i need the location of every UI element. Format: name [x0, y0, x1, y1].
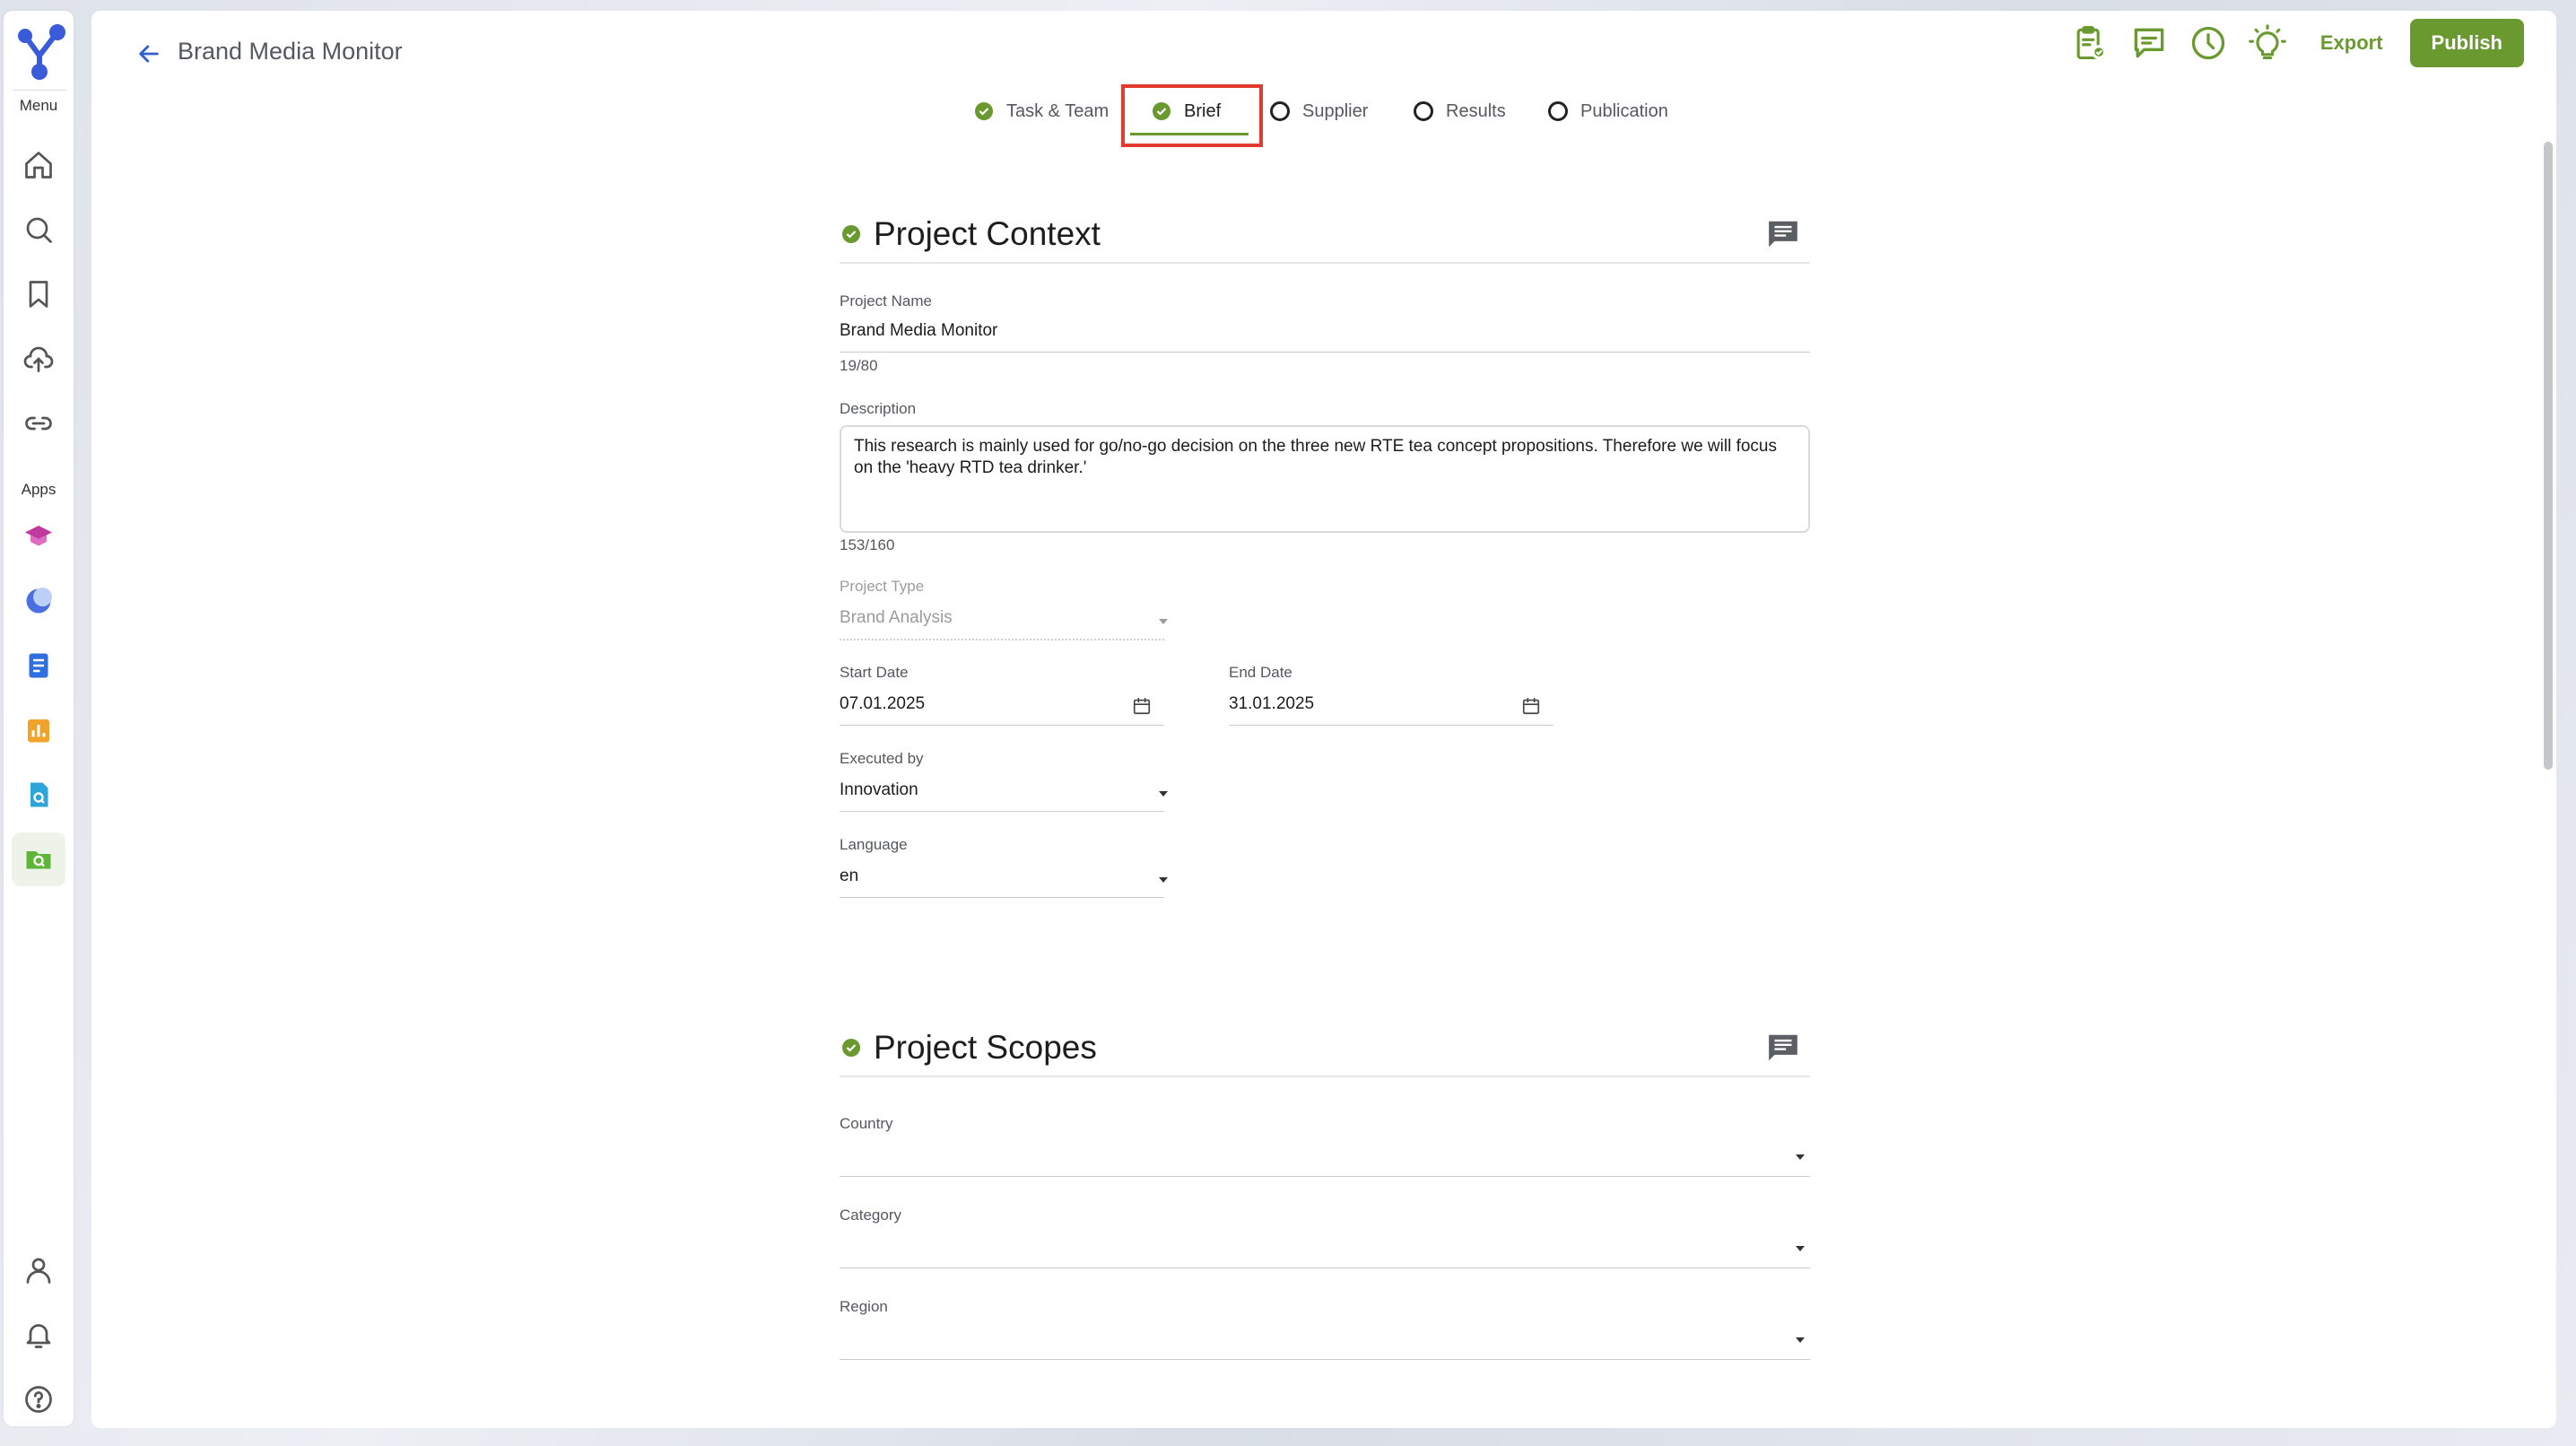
- country-select[interactable]: [840, 1142, 1772, 1163]
- tab-label: Supplier: [1302, 100, 1369, 121]
- tab-label: Results: [1446, 100, 1506, 121]
- search-icon[interactable]: [12, 203, 65, 257]
- calendar-icon[interactable]: [1521, 696, 1541, 716]
- region-select[interactable]: [840, 1325, 1772, 1346]
- moon-app-icon[interactable]: [12, 574, 65, 628]
- tab-task-team[interactable]: Task & Team: [974, 90, 1109, 133]
- input-underline: [840, 897, 1164, 898]
- tab-label: Publication: [1580, 100, 1668, 121]
- category-label: Category: [840, 1206, 901, 1224]
- main-panel: Brand Media Monitor Export Publish Task …: [91, 11, 2556, 1428]
- tab-supplier[interactable]: Supplier: [1270, 90, 1368, 133]
- chevron-down-icon[interactable]: [1159, 877, 1168, 883]
- empty-circle-icon: [1270, 101, 1290, 121]
- left-rail: Menu Apps: [4, 11, 74, 1426]
- tab-label: Task & Team: [1006, 100, 1110, 121]
- project-name-label: Project Name: [840, 292, 932, 309]
- home-icon[interactable]: [12, 138, 65, 192]
- lightbulb-icon[interactable]: [2238, 18, 2297, 68]
- input-underline: [840, 1176, 1810, 1177]
- top-actions: Export Publish: [2060, 18, 2524, 68]
- executed-by-label: Executed by: [840, 750, 924, 767]
- language-label: Language: [840, 836, 908, 853]
- chevron-down-icon: [1159, 619, 1168, 624]
- input-underline: [1229, 725, 1553, 726]
- calendar-icon[interactable]: [1132, 696, 1152, 716]
- project-name-counter: 19/80: [840, 357, 878, 374]
- check-circle-icon: [975, 102, 993, 120]
- tab-publication[interactable]: Publication: [1548, 90, 1668, 133]
- input-underline: [840, 1267, 1810, 1268]
- step-tabs: Task & Team Brief Supplier Results Publi…: [91, 84, 2556, 147]
- project-type-select: Brand Analysis: [840, 608, 953, 627]
- input-underline: [840, 811, 1164, 812]
- comment-icon[interactable]: [1765, 217, 1801, 251]
- executed-by-select[interactable]: Innovation: [840, 780, 918, 800]
- bar-chart-app-icon[interactable]: [12, 703, 65, 757]
- folder-search-app-icon[interactable]: [12, 832, 65, 886]
- section-header: Project Scopes: [840, 1015, 1810, 1077]
- chevron-down-icon[interactable]: [1796, 1337, 1805, 1343]
- section-header: Project Context: [840, 201, 1810, 264]
- description-counter: 153/160: [840, 536, 895, 553]
- description-label: Description: [840, 400, 917, 417]
- check-circle-icon: [842, 225, 860, 243]
- back-arrow-icon[interactable]: [131, 38, 167, 70]
- input-underline: [840, 1359, 1810, 1360]
- app-logo[interactable]: [13, 20, 66, 84]
- end-date-label: End Date: [1229, 664, 1292, 681]
- chevron-down-icon[interactable]: [1159, 791, 1168, 797]
- empty-circle-icon: [1548, 101, 1568, 121]
- tab-results[interactable]: Results: [1414, 90, 1506, 133]
- export-button[interactable]: Export: [2320, 31, 2383, 55]
- user-icon[interactable]: [12, 1243, 65, 1297]
- chat-icon[interactable]: [2119, 18, 2179, 68]
- input-underline: [840, 725, 1164, 726]
- chevron-down-icon[interactable]: [1796, 1246, 1805, 1251]
- scrollbar-thumb[interactable]: [2544, 142, 2553, 770]
- scrollbar[interactable]: [2540, 136, 2556, 1419]
- publish-button[interactable]: Publish: [2409, 19, 2524, 67]
- check-circle-icon: [842, 1039, 860, 1057]
- menu-label: Menu: [19, 97, 58, 114]
- region-label: Region: [840, 1298, 888, 1315]
- document-app-icon[interactable]: [12, 639, 65, 693]
- page-title: Brand Media Monitor: [178, 38, 403, 65]
- input-underline: [840, 639, 1164, 640]
- bookmark-icon[interactable]: [12, 267, 65, 321]
- start-date-label: Start Date: [840, 664, 909, 681]
- chevron-down-icon[interactable]: [1796, 1154, 1805, 1160]
- rail-divider: [13, 90, 66, 91]
- clock-icon[interactable]: [2179, 18, 2238, 68]
- start-date-input[interactable]: 07.01.2025: [840, 694, 925, 714]
- country-label: Country: [840, 1115, 893, 1132]
- section-title: Project Context: [874, 215, 1101, 252]
- project-name-input[interactable]: Brand Media Monitor: [840, 321, 997, 341]
- language-select[interactable]: en: [840, 867, 858, 886]
- bell-icon[interactable]: [12, 1308, 65, 1362]
- description-textarea[interactable]: This research is mainly used for go/no-g…: [840, 425, 1810, 533]
- comment-icon[interactable]: [1765, 1031, 1801, 1065]
- project-type-label: Project Type: [840, 578, 925, 595]
- link-icon[interactable]: [12, 396, 65, 450]
- section-title: Project Scopes: [874, 1029, 1097, 1066]
- file-search-app-icon[interactable]: [12, 768, 65, 822]
- help-icon[interactable]: [12, 1372, 65, 1426]
- end-date-input[interactable]: 31.01.2025: [1229, 694, 1314, 714]
- category-select[interactable]: [840, 1233, 1772, 1255]
- upload-cloud-icon[interactable]: [12, 332, 65, 386]
- empty-circle-icon: [1414, 101, 1433, 121]
- graduation-cap-app-icon[interactable]: [12, 510, 65, 563]
- highlight-box: [1121, 84, 1263, 147]
- clipboard-check-icon[interactable]: [2060, 18, 2119, 68]
- input-underline: [840, 352, 1810, 353]
- apps-label: Apps: [21, 481, 57, 498]
